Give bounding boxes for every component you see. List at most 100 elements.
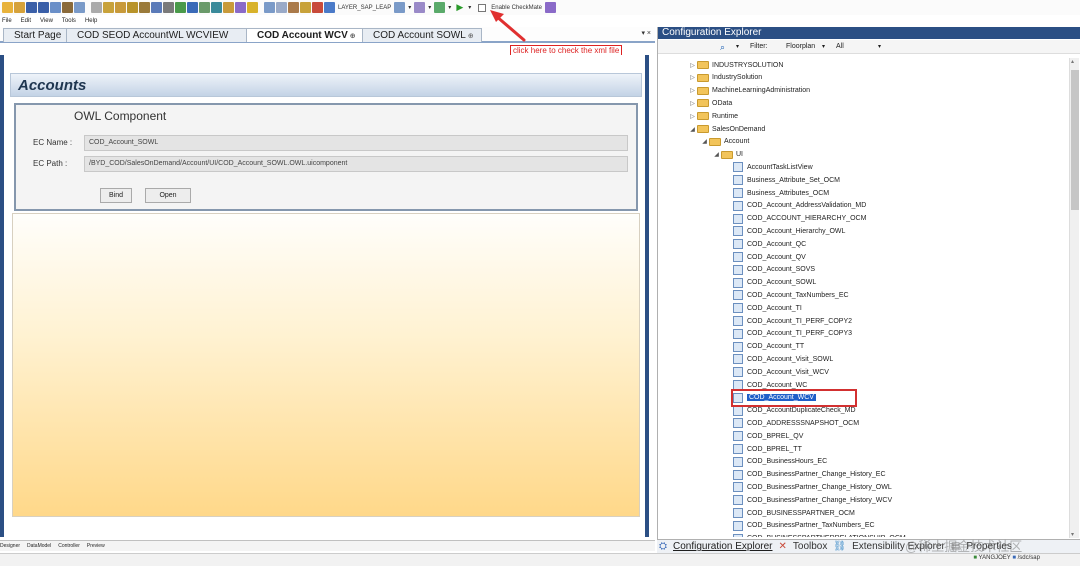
tab-configuration-explorer[interactable]: Configuration Explorer bbox=[673, 541, 773, 552]
tree-item[interactable]: COD_BUSINESSPARTNER_OCM bbox=[724, 507, 855, 519]
owl-component-panel[interactable]: OWL Component EC Name : COD_Account_SOWL… bbox=[14, 103, 638, 211]
tree-item[interactable]: COD_Account_SOWL bbox=[724, 277, 816, 289]
tab-start-page[interactable]: Start Page bbox=[3, 28, 67, 42]
tree-item[interactable]: COD_ADDRESSSNAPSHOT_OCM bbox=[724, 417, 859, 429]
expand-icon[interactable]: ◢ bbox=[688, 126, 697, 133]
menu-edit[interactable]: Edit bbox=[21, 18, 31, 24]
search-icon[interactable] bbox=[394, 2, 406, 13]
tree-item[interactable]: COD_BusinessHours_EC bbox=[724, 456, 827, 468]
edit-icon[interactable] bbox=[62, 2, 73, 13]
scroll-down-icon[interactable]: ▾ bbox=[1071, 531, 1074, 538]
tab-controller[interactable]: Controller bbox=[58, 543, 80, 549]
menu-help[interactable]: Help bbox=[85, 18, 97, 24]
filter-floorplan-select[interactable]: Floorplan bbox=[786, 43, 815, 50]
search-icon[interactable]: ⌕ bbox=[720, 42, 725, 53]
ec-name-field[interactable]: COD_Account_SOWL bbox=[84, 135, 628, 151]
filter-dropdown-icon[interactable]: ▾ bbox=[822, 43, 825, 50]
expand-icon[interactable]: ◢ bbox=[700, 138, 709, 145]
tree-item[interactable]: COD_ACCOUNT_HIERARCHY_OCM bbox=[724, 213, 866, 225]
tree-item[interactable]: COD_Account_TI_PERF_COPY2 bbox=[724, 315, 852, 327]
tab-close-icon[interactable]: ▾ × bbox=[641, 29, 651, 37]
tree-item[interactable]: Business_Attribute_Set_OCM bbox=[724, 174, 840, 186]
menu-tools[interactable]: Tools bbox=[62, 18, 76, 24]
layout-icon[interactable] bbox=[151, 2, 162, 13]
layer-icon[interactable] bbox=[276, 2, 287, 13]
xml-icon[interactable] bbox=[414, 2, 426, 13]
save-icon[interactable] bbox=[26, 2, 37, 13]
expand-icon[interactable]: ▷ bbox=[688, 113, 697, 120]
expand-icon[interactable]: ◢ bbox=[712, 151, 721, 158]
tree-item[interactable]: COD_Account_SOVS bbox=[724, 264, 815, 276]
tree-item[interactable]: COD_Account_TaxNumbers_EC bbox=[724, 289, 849, 301]
tree-item[interactable]: COD_BusinessPartner_Change_History_EC bbox=[724, 469, 886, 481]
open-button[interactable]: Open bbox=[145, 188, 191, 203]
open-icon[interactable] bbox=[14, 2, 25, 13]
tree-item[interactable]: COD_BusinessPartner_Change_History_OWL bbox=[724, 481, 892, 493]
explorer-scrollbar[interactable]: ▴ ▾ bbox=[1069, 58, 1079, 538]
tree-item[interactable]: COD_Account_QC bbox=[724, 238, 806, 250]
key-icon[interactable] bbox=[300, 2, 311, 13]
tree-item[interactable]: COD_Account_AddressValidation_MD bbox=[724, 200, 866, 212]
dropdown-arrow-icon-4[interactable]: ▾ bbox=[466, 4, 473, 11]
tree-item[interactable]: COD_BusinessPartner_Change_History_WCV bbox=[724, 494, 892, 506]
tree-item[interactable]: COD_Account_TT bbox=[724, 341, 804, 353]
transport-icon[interactable] bbox=[312, 2, 323, 13]
tree-item[interactable]: AccountTaskListView bbox=[724, 161, 813, 173]
save-all-icon[interactable] bbox=[38, 2, 49, 13]
menu-view[interactable]: View bbox=[40, 18, 53, 24]
document-icon[interactable] bbox=[74, 2, 85, 13]
ec-path-field[interactable]: /BYD_COD/SalesOnDemand/Account/UI/COD_Ac… bbox=[84, 156, 628, 172]
brush-icon[interactable] bbox=[247, 2, 258, 13]
expand-icon[interactable]: ▷ bbox=[688, 87, 697, 94]
new-file-icon[interactable] bbox=[2, 2, 13, 13]
ui-icon[interactable] bbox=[288, 2, 299, 13]
refresh-icon[interactable] bbox=[199, 2, 210, 13]
pin-icon[interactable]: ⊕ bbox=[468, 33, 474, 40]
tab-preview[interactable]: Preview bbox=[87, 543, 105, 549]
frame-icon[interactable] bbox=[187, 2, 198, 13]
tab-datamodel[interactable]: DataModel bbox=[27, 543, 51, 549]
translation-icon[interactable] bbox=[264, 2, 275, 13]
tree-item[interactable]: COD_BPREL_TT bbox=[724, 443, 802, 455]
tree-item[interactable]: ◢ Account bbox=[700, 136, 749, 148]
tree-item[interactable]: COD_Account_Hierarchy_OWL bbox=[724, 225, 845, 237]
tree-item[interactable]: ▷ OData bbox=[688, 97, 732, 109]
checkmate-icon[interactable] bbox=[544, 2, 556, 13]
check-out-icon[interactable] bbox=[235, 2, 246, 13]
dropdown-arrow-icon-3[interactable]: ▾ bbox=[446, 4, 453, 11]
run-icon[interactable]: ▶ bbox=[454, 2, 465, 13]
designer-canvas[interactable] bbox=[12, 213, 640, 517]
dropdown-arrow-icon[interactable]: ▾ bbox=[406, 4, 413, 11]
filter-scope-select[interactable]: All bbox=[836, 43, 844, 50]
tree-item[interactable]: COD_Account_Visit_WCV bbox=[724, 366, 829, 378]
tree-item[interactable]: COD_Account_TI_PERF_COPY3 bbox=[724, 328, 852, 340]
scroll-up-icon[interactable]: ▴ bbox=[1071, 58, 1074, 65]
activate-icon[interactable] bbox=[50, 2, 61, 13]
layer-select-icon[interactable] bbox=[324, 2, 335, 13]
tab-cod-account-sowl[interactable]: COD Account SOWL ⊕ bbox=[362, 28, 482, 42]
tree-item[interactable]: ◢ SalesOnDemand bbox=[688, 123, 765, 135]
deploy-icon[interactable] bbox=[211, 2, 222, 13]
tree-item[interactable]: COD_BPREL_QV bbox=[724, 430, 803, 442]
check-in-icon[interactable] bbox=[223, 2, 234, 13]
tree-item[interactable]: ◢ UI bbox=[712, 149, 743, 161]
tree-item[interactable]: ▷ MachineLearningAdministration bbox=[688, 85, 810, 97]
tree-item[interactable]: ▷ Runtime bbox=[688, 110, 738, 122]
scope-dropdown-icon[interactable]: ▾ bbox=[878, 43, 881, 50]
tree-item[interactable]: COD_Account_TI bbox=[724, 302, 802, 314]
undo-icon[interactable] bbox=[127, 2, 138, 13]
tab-cod-account-wcv[interactable]: COD Account WCV ⊕ bbox=[246, 28, 364, 42]
copy-icon[interactable] bbox=[103, 2, 114, 13]
tools-icon[interactable] bbox=[163, 2, 174, 13]
xml-view-icon[interactable] bbox=[434, 2, 446, 13]
tree-item[interactable]: ▷ IndustrySolution bbox=[688, 72, 762, 84]
tree-item[interactable]: COD_Account_QV bbox=[724, 251, 806, 263]
tree-item[interactable]: Business_Attributes_OCM bbox=[724, 187, 829, 199]
menu-file[interactable]: File bbox=[2, 18, 12, 24]
tree-item[interactable]: ▷ INDUSTRYSOLUTION bbox=[688, 59, 783, 71]
tree-item[interactable]: COD_BusinessPartner_TaxNumbers_EC bbox=[724, 520, 875, 532]
tab-cod-seod-accountwl-wcview[interactable]: COD SEOD AccountWL WCVIEW bbox=[66, 28, 248, 42]
redo-icon[interactable] bbox=[139, 2, 150, 13]
window-icon[interactable] bbox=[175, 2, 186, 13]
expand-icon[interactable]: ▷ bbox=[688, 62, 697, 69]
